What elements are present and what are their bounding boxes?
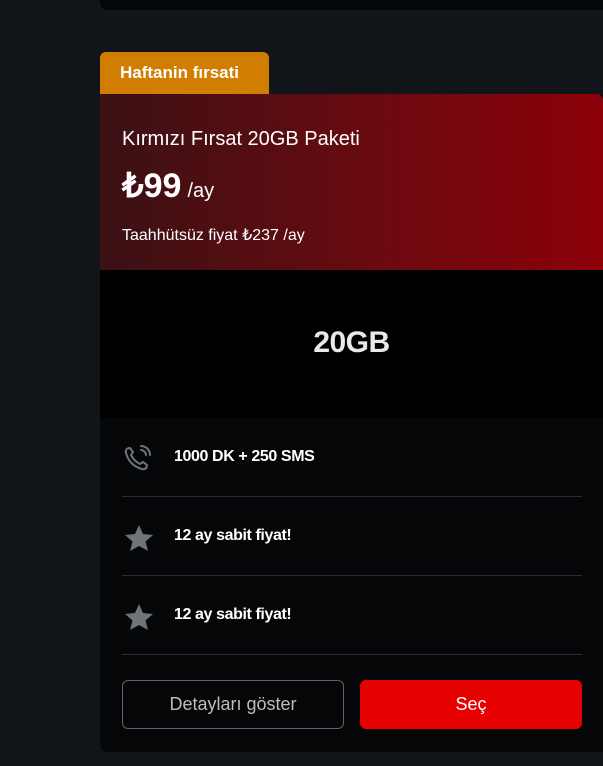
feature-item: 12 ay sabit fiyat!	[122, 497, 582, 576]
price-row: ₺99/ay	[122, 166, 214, 206]
price-period: /ay	[187, 180, 215, 202]
plan-price: ₺99	[122, 167, 182, 205]
feature-text: 12 ay sabit fiyat!	[174, 527, 292, 544]
no-commitment-price: Taahhütsüz fiyat ₺237 /ay	[122, 227, 305, 244]
show-details-button[interactable]: Detayları göster	[122, 680, 344, 729]
feature-item: 12 ay sabit fiyat!	[122, 576, 582, 655]
weekly-deal-badge-label: Haftanin fırsati	[120, 63, 240, 82]
star-icon	[122, 602, 156, 632]
feature-list: 1000 DK + 250 SMS 12 ay sabit fiyat! 12 …	[122, 418, 582, 655]
feature-item: 1000 DK + 250 SMS	[122, 418, 582, 497]
feature-text: 1000 DK + 250 SMS	[174, 448, 315, 465]
data-amount-block: 20GB	[100, 270, 603, 418]
select-plan-button[interactable]: Seç	[360, 680, 582, 729]
phone-sms-icon	[122, 444, 156, 474]
previous-card-bottom	[100, 0, 603, 10]
feature-text: 12 ay sabit fiyat!	[174, 606, 292, 623]
plan-card: Kırmızı Fırsat 20GB Paketi ₺99/ay Taahhü…	[100, 94, 603, 752]
star-icon	[122, 523, 156, 553]
plan-name: Kırmızı Fırsat 20GB Paketi	[122, 128, 360, 150]
weekly-deal-badge: Haftanin fırsati	[100, 52, 269, 94]
plan-header: Kırmızı Fırsat 20GB Paketi ₺99/ay Taahhü…	[100, 94, 603, 270]
data-amount: 20GB	[313, 326, 390, 359]
